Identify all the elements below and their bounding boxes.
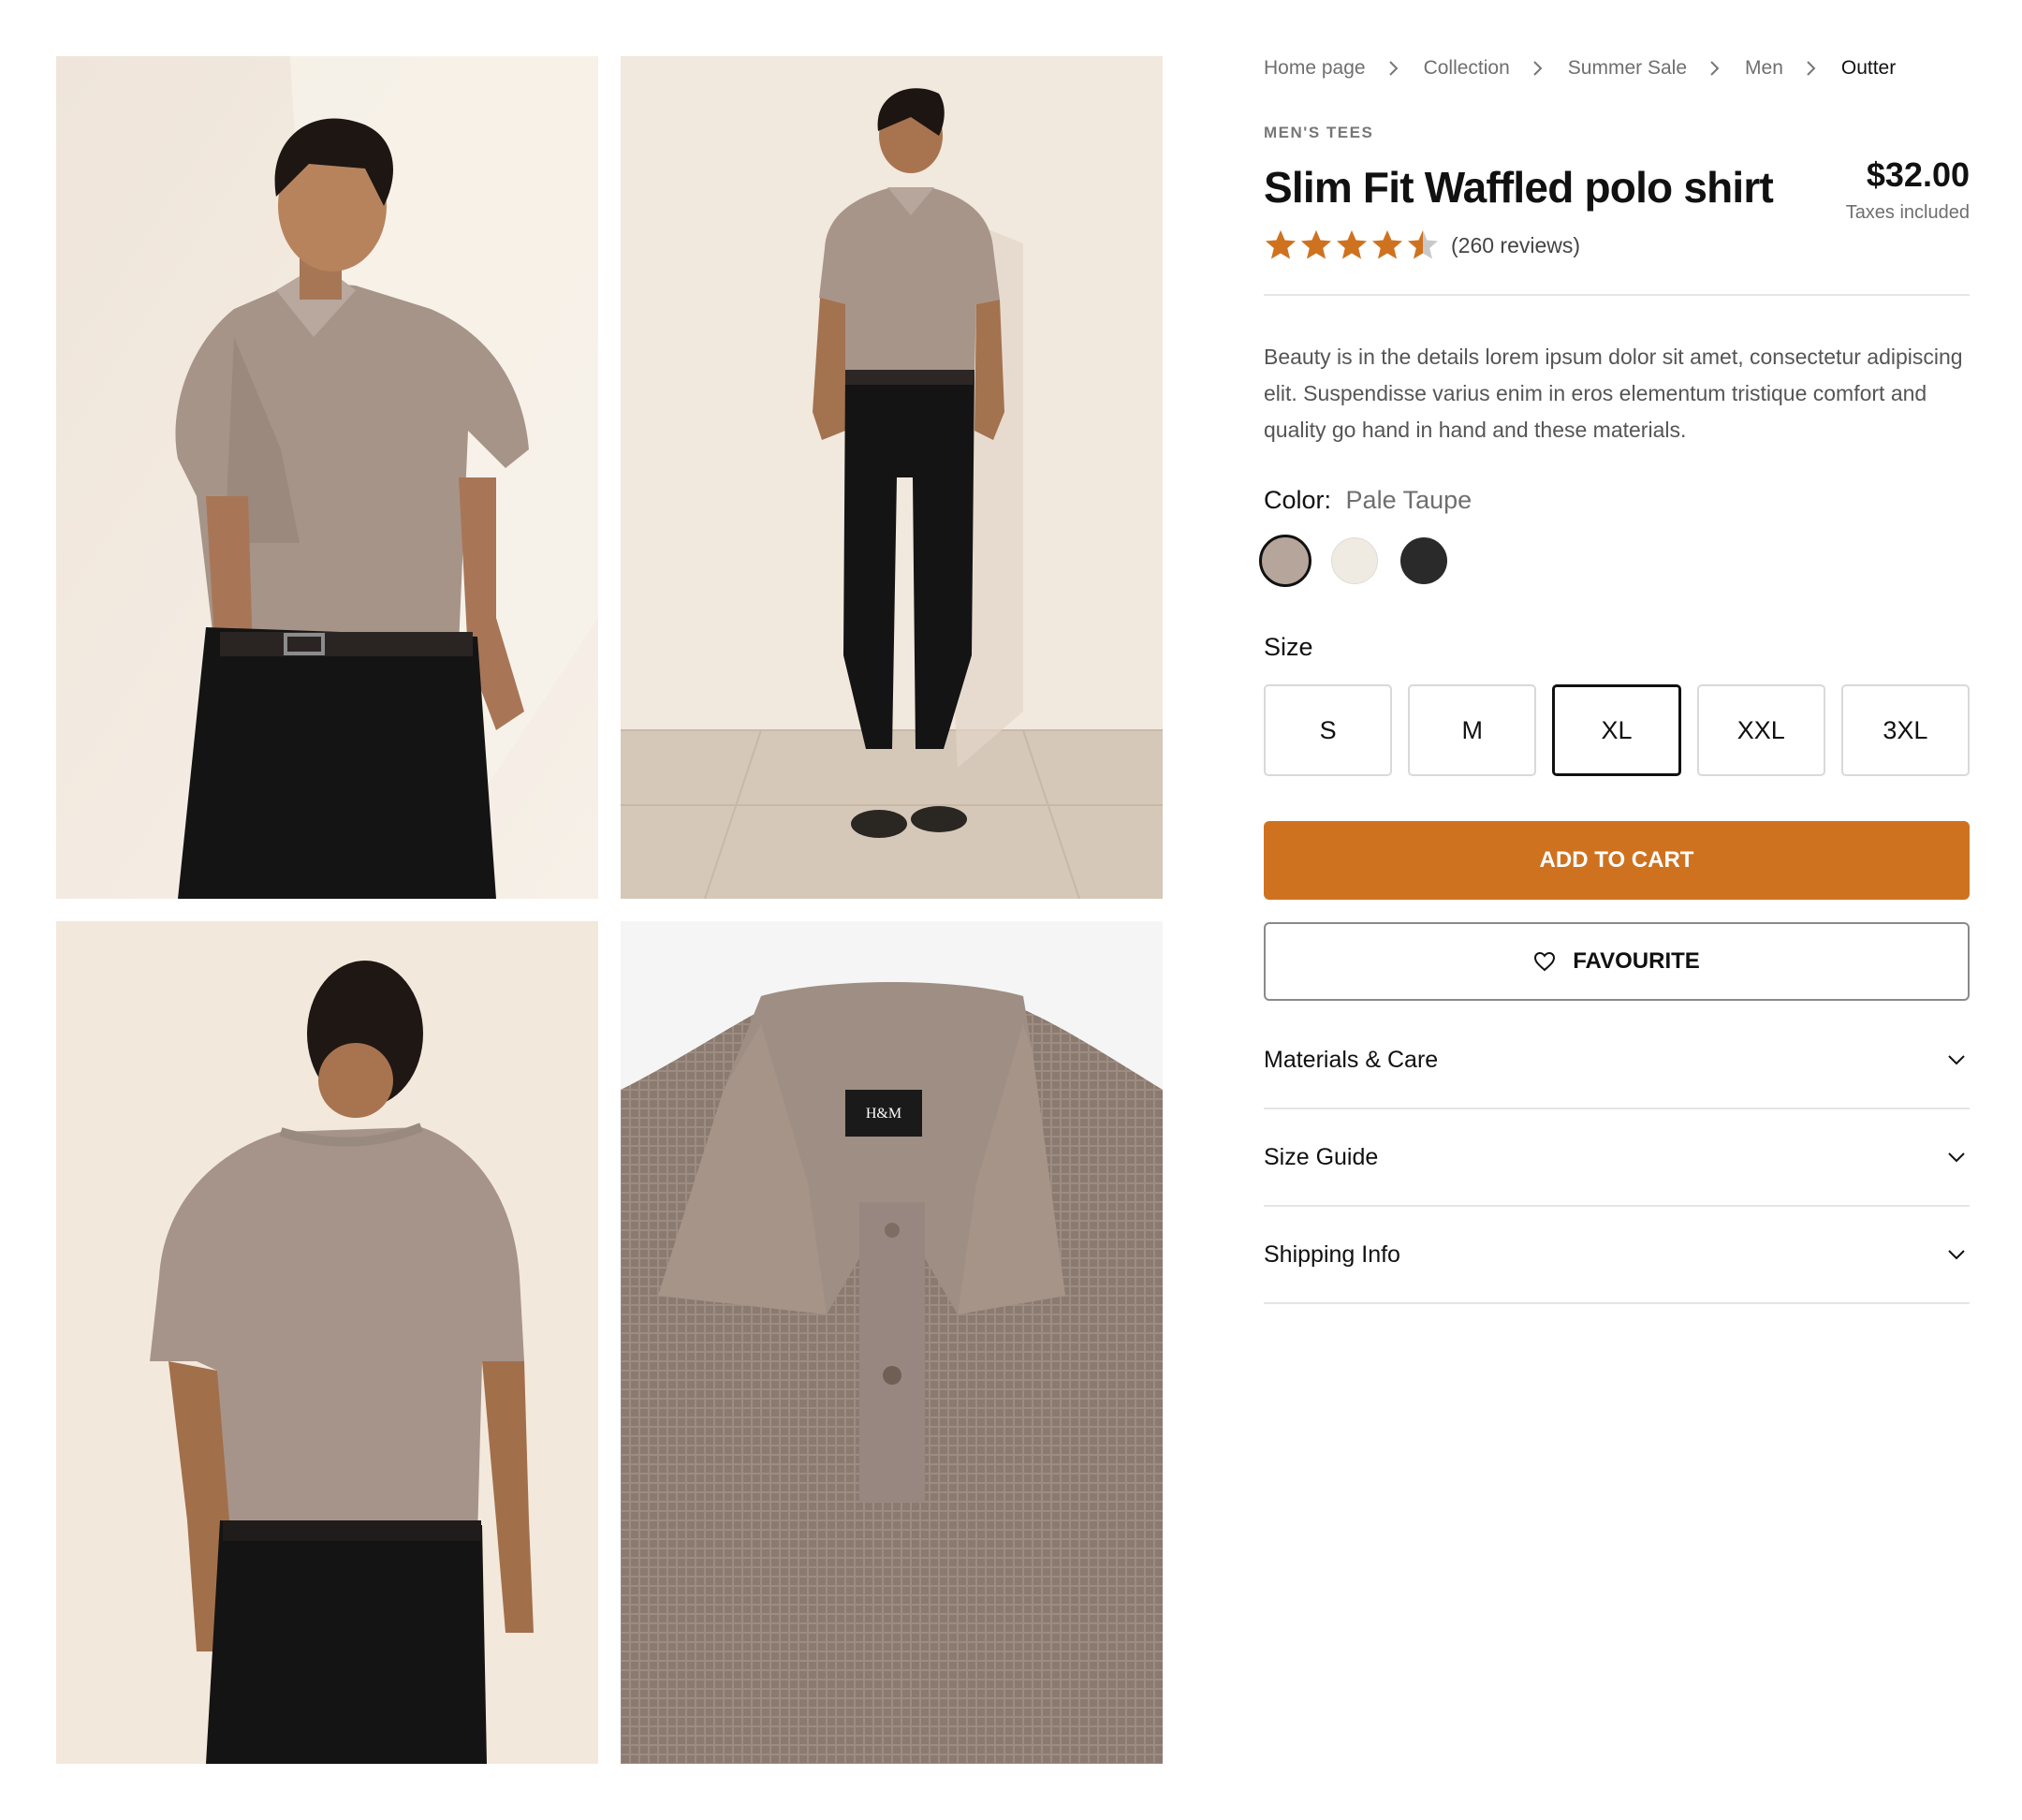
accordion: Materials & Care Size Guide Shipping Info xyxy=(1264,1012,1970,1304)
breadcrumb-summer-sale[interactable]: Summer Sale xyxy=(1568,57,1687,80)
chevron-right-icon xyxy=(1807,61,1816,76)
product-photo-4[interactable]: H&M xyxy=(621,921,1163,1764)
add-to-cart-label: ADD TO CART xyxy=(1539,847,1694,873)
chevron-down-icon xyxy=(1948,1152,1965,1163)
accordion-item-shipping-info[interactable]: Shipping Info xyxy=(1264,1207,1970,1304)
heart-icon xyxy=(1534,951,1556,972)
size-option-m[interactable]: M xyxy=(1408,684,1537,776)
star-full-icon xyxy=(1301,230,1331,259)
title-row: Slim Fit Waffled polo shirt $32.00 Taxes… xyxy=(1264,155,1970,223)
svg-text:H&M: H&M xyxy=(866,1106,901,1122)
color-heading: Color: Pale Taupe xyxy=(1264,486,1970,515)
size-label: Size xyxy=(1264,633,1313,661)
favourite-label: FAVOURITE xyxy=(1573,948,1700,974)
color-swatch-cream[interactable] xyxy=(1331,537,1378,584)
product-description: Beauty is in the details lorem ipsum dol… xyxy=(1264,345,1963,442)
size-option-s[interactable]: S xyxy=(1264,684,1393,776)
breadcrumb: Home page Collection Summer Sale Men Out… xyxy=(1264,56,1970,81)
breadcrumb-collection[interactable]: Collection xyxy=(1424,57,1510,80)
star-full-icon xyxy=(1266,230,1296,259)
accordion-item-size-guide[interactable]: Size Guide xyxy=(1264,1109,1970,1207)
accordion-label: Size Guide xyxy=(1264,1143,1379,1170)
product-photo-1[interactable] xyxy=(56,56,598,899)
star-full-icon xyxy=(1337,230,1367,259)
reviews-link[interactable]: (260 reviews) xyxy=(1451,233,1580,258)
product-photo-2[interactable] xyxy=(621,56,1163,899)
color-value: Pale Taupe xyxy=(1345,486,1473,514)
color-swatch-pale-taupe[interactable] xyxy=(1259,535,1311,587)
breadcrumb-men[interactable]: Men xyxy=(1745,57,1783,80)
accordion-label: Materials & Care xyxy=(1264,1046,1439,1073)
breadcrumb-home[interactable]: Home page xyxy=(1264,57,1366,80)
product-photo-3[interactable] xyxy=(56,921,598,1764)
star-half-icon xyxy=(1408,230,1438,259)
product-category: MEN'S TEES xyxy=(1264,124,1374,141)
breadcrumb-current: Outter xyxy=(1840,57,1897,79)
tax-note: Taxes included xyxy=(1845,202,1970,223)
color-swatch-black[interactable] xyxy=(1400,537,1447,584)
chevron-right-icon xyxy=(1710,61,1720,76)
color-swatches xyxy=(1259,535,1970,587)
favourite-button[interactable]: FAVOURITE xyxy=(1264,922,1970,1001)
divider xyxy=(1264,294,1970,296)
size-options: S M XL XXL 3XL xyxy=(1264,684,1971,776)
star-full-icon xyxy=(1372,230,1402,259)
color-label: Color: xyxy=(1264,486,1332,514)
rating: (260 reviews) xyxy=(1264,228,1970,262)
chevron-down-icon xyxy=(1948,1250,1965,1260)
size-option-xl[interactable]: XL xyxy=(1552,684,1681,776)
size-option-xxl[interactable]: XXL xyxy=(1696,684,1825,776)
star-rating xyxy=(1264,228,1440,262)
add-to-cart-button[interactable]: ADD TO CART xyxy=(1264,821,1970,900)
product-panel: Home page Collection Summer Sale Men Out… xyxy=(1259,56,1971,1304)
chevron-right-icon xyxy=(1533,61,1543,76)
chevron-down-icon xyxy=(1948,1055,1965,1065)
chevron-right-icon xyxy=(1388,61,1398,76)
accordion-item-materials-care[interactable]: Materials & Care xyxy=(1264,1012,1970,1109)
product-price: $32.00 xyxy=(1866,155,1970,194)
size-option-3xl[interactable]: 3XL xyxy=(1840,684,1971,776)
accordion-label: Shipping Info xyxy=(1264,1240,1400,1268)
